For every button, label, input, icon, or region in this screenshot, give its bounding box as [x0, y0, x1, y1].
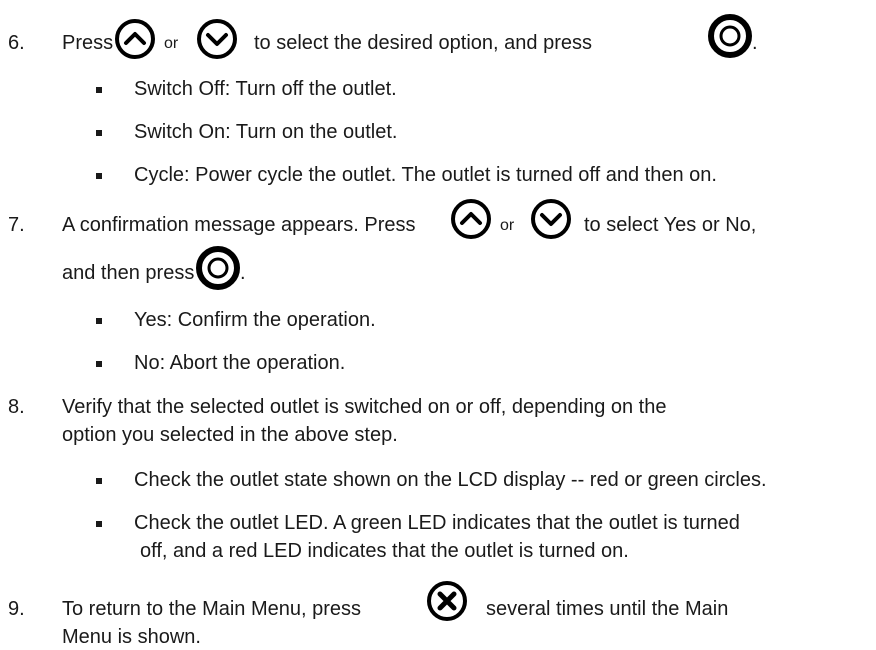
step-8-line-1: Verify that the selected outlet is switc…: [62, 396, 667, 418]
bullet-icon: [96, 87, 102, 93]
step-7-period: .: [240, 262, 246, 284]
step-8-number: 8.: [8, 396, 25, 418]
bullet-icon: [96, 318, 102, 324]
step-6-text-b: to select the desired option, and press: [254, 32, 592, 54]
bullet-icon: [96, 130, 102, 136]
down-button-icon: [196, 18, 238, 60]
bullet-icon: [96, 173, 102, 179]
cancel-button-icon: [426, 580, 468, 622]
ok-button-icon: [708, 14, 752, 58]
step-6-number: 6.: [8, 32, 25, 54]
step-9-text-b: several times until the Main: [486, 598, 729, 620]
step-9-number: 9.: [8, 598, 25, 620]
ok-button-icon: [196, 246, 240, 290]
step-8-line-2: option you selected in the above step.: [62, 424, 398, 446]
list-item-continuation: off, and a red LED indicates that the ou…: [140, 540, 629, 562]
step-6-period: .: [752, 32, 758, 54]
down-button-icon: [530, 198, 572, 240]
up-button-icon: [450, 198, 492, 240]
step-6-text-a: Press: [62, 32, 114, 54]
step-9-line-2: Menu is shown.: [62, 626, 201, 648]
step-6-or: or: [164, 35, 179, 52]
step-7-text-a: A confirmation message appears. Press: [62, 214, 416, 236]
up-button-icon: [114, 18, 156, 60]
step-9-text-a: To return to the Main Menu, press: [62, 598, 362, 620]
bullet-icon: [96, 361, 102, 367]
bullet-icon: [96, 478, 102, 484]
bullet-icon: [96, 521, 102, 527]
step-7-text-b: to select Yes or No,: [584, 214, 757, 236]
step-7-number: 7.: [8, 214, 25, 236]
step-7-or: or: [500, 217, 515, 234]
step-7-text-c: and then press: [62, 262, 195, 284]
manual-page: 6. Press or to select the desired option…: [0, 0, 876, 650]
